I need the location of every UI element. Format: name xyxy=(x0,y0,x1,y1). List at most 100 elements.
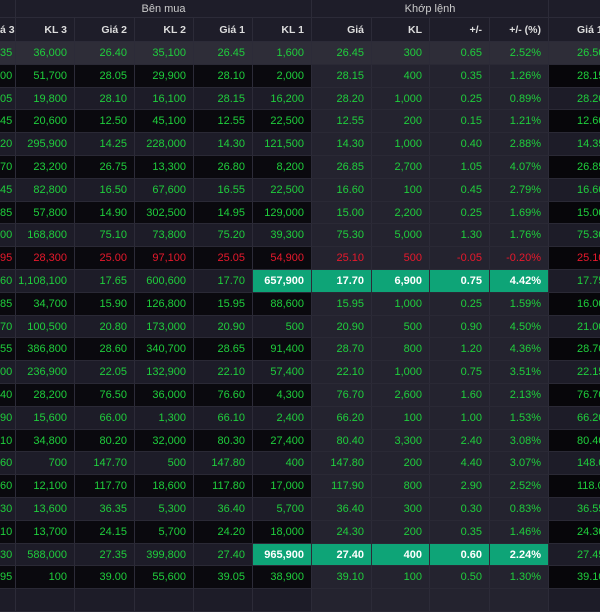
bid-price-2-cell xyxy=(75,589,135,611)
header-match-vol[interactable]: KL xyxy=(372,18,430,41)
change-pct-cell: 3.07% xyxy=(490,452,549,475)
change-pct-cell: 1.26% xyxy=(490,64,549,87)
bid-price-2-cell: 12.50 xyxy=(75,110,135,133)
bid-price-1-cell: 24.20 xyxy=(194,520,253,543)
bid-price-2-cell: 66.00 xyxy=(75,406,135,429)
match-vol-cell: 100 xyxy=(372,566,430,589)
bid-price-3-cell: 60 xyxy=(0,452,16,475)
change-pct-cell: 2.24% xyxy=(490,543,549,566)
change-cell: 1.00 xyxy=(430,406,490,429)
change-cell: 0.90 xyxy=(430,315,490,338)
bid-vol-3-cell: 1,108,100 xyxy=(16,269,75,292)
bid-price-2-cell: 16.50 xyxy=(75,178,135,201)
bid-price-2-cell: 20.80 xyxy=(75,315,135,338)
change-cell: 1.30 xyxy=(430,224,490,247)
match-vol-cell: 500 xyxy=(372,247,430,269)
bid-vol-1-cell: 91,400 xyxy=(253,338,312,361)
ask-price-1-cell: 26.85 xyxy=(549,155,600,178)
table-row[interactable]: 60 1,108,100 17.65 600,600 17.70 657,900 17.70… xyxy=(0,269,600,293)
bid-price-1-cell: 15.95 xyxy=(194,292,253,315)
bid-price-3-cell: 70 xyxy=(0,155,16,178)
table-row[interactable]: 40 28,200 76.50 36,000 76.60 4,300 76.70 2,600 1… xyxy=(0,383,600,407)
match-vol-cell: 400 xyxy=(372,64,430,87)
table-row[interactable]: 45 20,600 12.50 45,100 12.55 22,500 12.55 200 0.… xyxy=(0,110,600,134)
bid-vol-3-cell: 28,300 xyxy=(16,247,75,269)
table-row[interactable]: 10 13,700 24.15 5,700 24.20 18,000 24.30 200 0.3… xyxy=(0,520,600,544)
bid-price-2-cell: 24.15 xyxy=(75,520,135,543)
header-match-price[interactable]: Giá xyxy=(312,18,372,41)
bid-price-1-cell: 26.80 xyxy=(194,155,253,178)
table-row[interactable]: 95 100 39.00 55,600 39.05 38,900 39.10 100 0.50 1… xyxy=(0,566,600,590)
bid-vol-2-cell: 5,300 xyxy=(135,497,194,520)
change-pct-cell: 4.36% xyxy=(490,338,549,361)
bid-vol-1-cell: 500 xyxy=(253,315,312,338)
table-row[interactable]: 30 13,600 36.35 5,300 36.40 5,700 36.40 300 0.30… xyxy=(0,497,600,521)
bid-price-1-cell: 27.40 xyxy=(194,543,253,566)
table-row[interactable]: 00 168,800 75.10 73,800 75.20 39,300 75.30 5,00… xyxy=(0,224,600,248)
ask-price-1-cell: 36.55 xyxy=(549,497,600,520)
table-row[interactable]: 10 34,800 80.20 32,000 80.30 27,400 80.40 3,300… xyxy=(0,429,600,453)
change-pct-cell: 4.07% xyxy=(490,155,549,178)
bid-vol-2-cell: 126,800 xyxy=(135,292,194,315)
bid-price-3-cell: 35 xyxy=(0,42,16,64)
bid-vol-3-cell: 51,700 xyxy=(16,64,75,87)
ask-price-1-cell: 39.10 xyxy=(549,566,600,589)
bid-vol-1-cell: 4,300 xyxy=(253,383,312,406)
bid-price-3-cell: 85 xyxy=(0,292,16,315)
header-bid-vol-1[interactable]: KL 1 xyxy=(253,18,312,41)
bid-vol-3-cell: 168,800 xyxy=(16,224,75,247)
match-price-cell: 27.40 xyxy=(312,543,372,566)
change-pct-cell: 1.53% xyxy=(490,406,549,429)
match-vol-cell: 5,000 xyxy=(372,224,430,247)
table-row[interactable]: 90 15,600 66.00 1,300 66.10 2,400 66.20 100 1.00… xyxy=(0,406,600,430)
bid-price-2-cell: 14.90 xyxy=(75,201,135,224)
change-cell: 1.20 xyxy=(430,338,490,361)
header-bid-price-1[interactable]: Giá 1 xyxy=(194,18,253,41)
bid-price-1-cell: 80.30 xyxy=(194,429,253,452)
table-row[interactable]: 85 57,800 14.90 302,500 14.95 129,000 15.00 2,2… xyxy=(0,201,600,225)
ask-price-1-cell: 28.20 xyxy=(549,87,600,110)
table-row[interactable]: 60 700 147.70 500 147.80 400 147.80 200 4.40 3.07… xyxy=(0,452,600,476)
match-price-cell: 76.70 xyxy=(312,383,372,406)
header-bid-price-2[interactable]: Giá 2 xyxy=(75,18,135,41)
table-row[interactable]: 45 82,800 16.50 67,600 16.55 22,500 16.60 100 0.… xyxy=(0,178,600,202)
match-price-cell: 26.45 xyxy=(312,42,372,64)
header-bid-vol-2[interactable]: KL 2 xyxy=(135,18,194,41)
header-bid-price-3[interactable]: á 3 xyxy=(0,18,16,41)
bid-price-3-cell: 30 xyxy=(0,543,16,566)
bid-vol-1-cell: 27,400 xyxy=(253,429,312,452)
table-row[interactable]: 55 386,800 28.60 340,700 28.65 91,400 28.70 800… xyxy=(0,338,600,362)
table-row[interactable]: 20 295,900 14.25 228,000 14.30 121,500 14.30 1,… xyxy=(0,133,600,156)
table-row[interactable]: 05 19,800 28.10 16,100 28.15 16,200 28.20 1,000… xyxy=(0,87,600,111)
table-row[interactable]: 60 12,100 117.70 18,600 117.80 17,000 117.90 80… xyxy=(0,475,600,498)
header-bid-vol-3[interactable]: KL 3 xyxy=(16,18,75,41)
header-change[interactable]: +/- xyxy=(430,18,490,41)
bid-price-2-cell: 14.25 xyxy=(75,133,135,155)
bid-price-3-cell: 95 xyxy=(0,566,16,589)
change-cell: 2.90 xyxy=(430,475,490,497)
bid-price-3-cell: 00 xyxy=(0,361,16,383)
bid-price-1-cell: 14.95 xyxy=(194,201,253,224)
table-row[interactable]: 00 51,700 28.05 29,900 28.10 2,000 28.15 400 0.3… xyxy=(0,64,600,88)
table-body: 35 36,000 26.40 35,100 26.45 1,600 26.45 300 0.6… xyxy=(0,42,600,612)
change-pct-cell: 1.46% xyxy=(490,520,549,543)
bid-price-1-cell: 28.15 xyxy=(194,87,253,110)
bid-price-1-cell: 75.20 xyxy=(194,224,253,247)
table-row[interactable] xyxy=(0,589,600,612)
table-row[interactable]: 30 588,000 27.35 399,800 27.40 965,900 27.40 40… xyxy=(0,543,600,567)
table-row[interactable]: 85 34,700 15.90 126,800 15.95 88,600 15.95 1,00… xyxy=(0,292,600,316)
bid-vol-1-cell: 38,900 xyxy=(253,566,312,589)
ask-price-1-cell: 14.35 xyxy=(549,133,600,155)
table-row[interactable]: 00 236,900 22.05 132,900 22.10 57,400 22.10 1,0… xyxy=(0,361,600,384)
header-ask-price-1[interactable]: Giá 1 xyxy=(549,18,600,41)
bid-vol-1-cell: 17,000 xyxy=(253,475,312,497)
table-row[interactable]: 95 28,300 25.00 97,100 25.05 54,900 25.10 500 -0… xyxy=(0,247,600,270)
bid-vol-1-cell: 39,300 xyxy=(253,224,312,247)
table-row[interactable]: 70 23,200 26.75 13,300 26.80 8,200 26.85 2,700 1… xyxy=(0,155,600,179)
bid-vol-1-cell: 2,400 xyxy=(253,406,312,429)
table-row[interactable]: 35 36,000 26.40 35,100 26.45 1,600 26.45 300 0.6… xyxy=(0,42,600,65)
match-vol-cell: 200 xyxy=(372,520,430,543)
header-change-pct[interactable]: +/- (%) xyxy=(490,18,549,41)
ask-price-1-cell: 28.70 xyxy=(549,338,600,361)
table-row[interactable]: 70 100,500 20.80 173,000 20.90 500 20.90 500 0.9… xyxy=(0,315,600,339)
